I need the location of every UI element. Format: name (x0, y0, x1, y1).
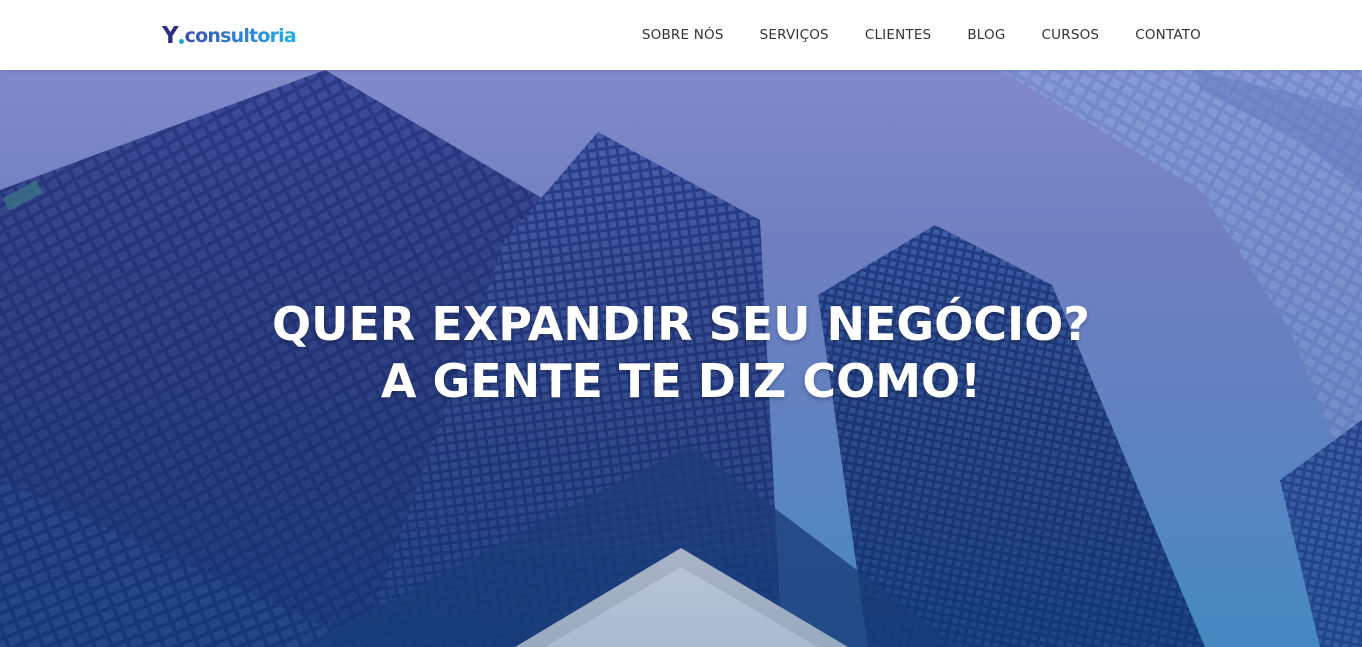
logo-dot-icon (178, 39, 184, 44)
nav-item-clientes[interactable]: CLIENTES (865, 27, 932, 43)
nav-item-cursos[interactable]: CURSOS (1042, 27, 1100, 43)
hero-headline: QUER EXPANDIR SEU NEGÓCIO? A GENTE TE DI… (0, 296, 1362, 410)
hero-banner: QUER EXPANDIR SEU NEGÓCIO? A GENTE TE DI… (0, 70, 1362, 647)
brand-logo[interactable]: Y consultoria (162, 23, 297, 49)
logo-mark: Y (162, 23, 179, 49)
nav-item-servicos[interactable]: SERVIÇOS (760, 27, 829, 43)
hero-headline-line-1: QUER EXPANDIR SEU NEGÓCIO? (272, 297, 1090, 351)
main-navigation: SOBRE NÓS SERVIÇOS CLIENTES BLOG CURSOS … (642, 0, 1201, 70)
nav-item-blog[interactable]: BLOG (967, 27, 1005, 43)
nav-item-contato[interactable]: CONTATO (1135, 27, 1201, 43)
hero-headline-line-2: A GENTE TE DIZ COMO! (380, 354, 982, 408)
nav-item-sobre-nos[interactable]: SOBRE NÓS (642, 27, 724, 43)
site-header: Y consultoria SOBRE NÓS SERVIÇOS CLIENTE… (0, 0, 1362, 70)
logo-wordmark: consultoria (184, 25, 297, 47)
